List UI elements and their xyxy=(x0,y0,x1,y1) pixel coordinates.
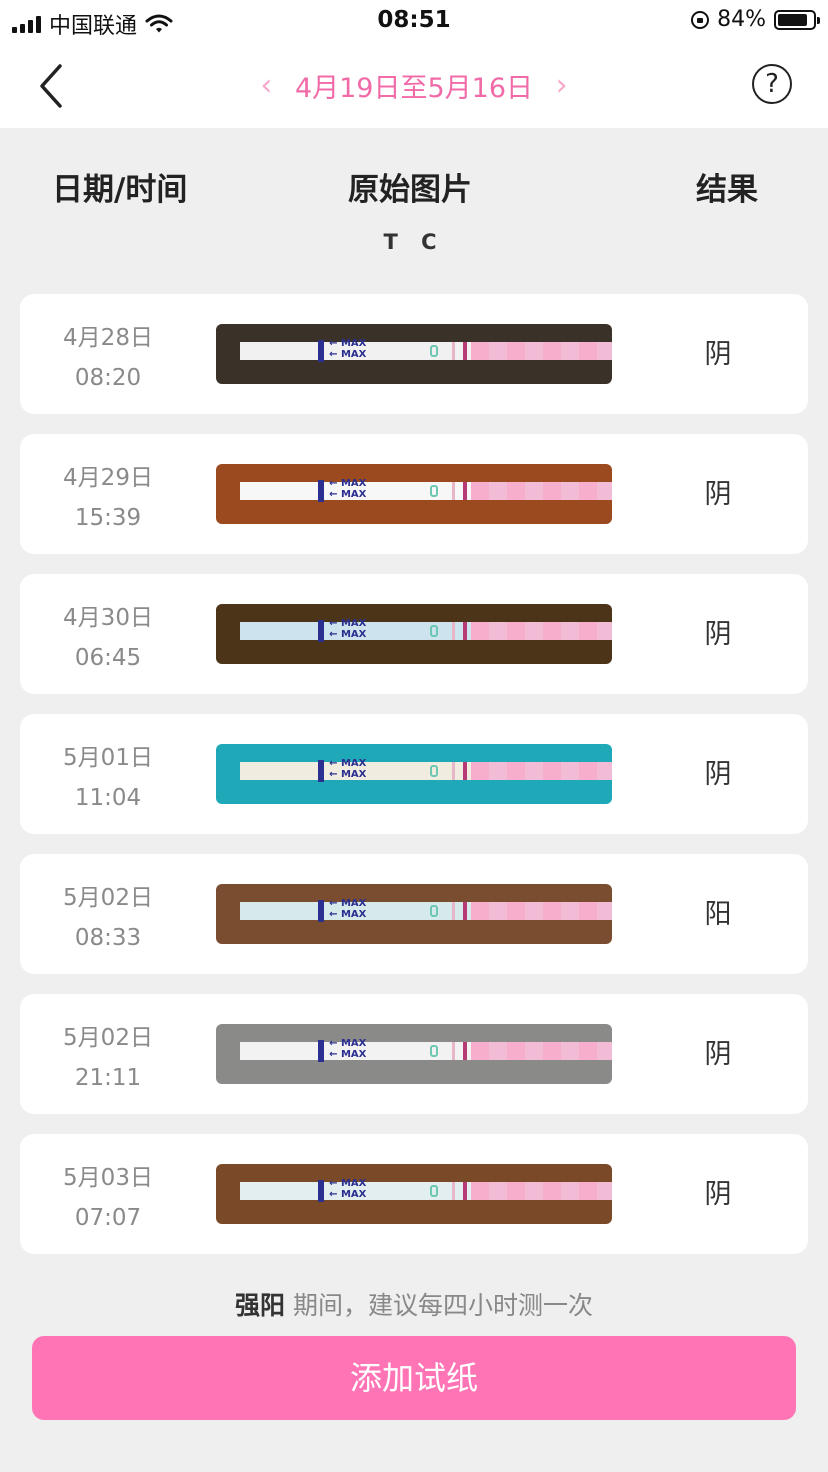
header-result: 结果 xyxy=(696,172,758,208)
record-date: 5月02日 xyxy=(63,885,153,911)
record-list: 4月28日 08:20 ← MAX ← MAX 阴 4月29日 15:39 ← MAX ← MA… xyxy=(20,294,808,1274)
record-date: 4月28日 xyxy=(63,325,153,351)
test-hint: 强阳 期间，建议每四小时测一次 xyxy=(0,1286,828,1322)
max-arrow-label: ← MAX ← MAX xyxy=(329,898,367,920)
t-line xyxy=(451,622,455,640)
max-arrow-label: ← MAX ← MAX xyxy=(329,478,367,500)
prev-range-button[interactable]: ‹ xyxy=(246,68,286,103)
record-result: 阴 xyxy=(704,339,732,370)
battery-percent: 84% xyxy=(717,7,766,32)
help-button[interactable]: ? xyxy=(752,64,792,104)
record-row[interactable]: 5月02日 08:33 ← MAX ← MAX 阳 xyxy=(20,854,808,974)
record-time: 15:39 xyxy=(74,505,142,531)
record-result: 阴 xyxy=(704,1179,732,1210)
record-date: 5月02日 xyxy=(63,1025,153,1051)
c-line xyxy=(463,902,468,920)
record-row[interactable]: 5月01日 11:04 ← MAX ← MAX 阴 xyxy=(20,714,808,834)
header-original-image: 原始图片 xyxy=(348,172,472,208)
record-time: 08:33 xyxy=(74,925,142,951)
next-range-button[interactable]: › xyxy=(542,68,582,103)
record-datetime: 5月03日 07:07 xyxy=(20,1158,196,1238)
record-result: 阳 xyxy=(704,899,732,930)
test-strip-photo[interactable]: ← MAX ← MAX xyxy=(216,1024,612,1084)
record-row[interactable]: 5月02日 21:11 ← MAX ← MAX 阴 xyxy=(20,994,808,1114)
max-arrow-label: ← MAX ← MAX xyxy=(329,338,367,360)
record-result: 阴 xyxy=(704,479,732,510)
test-strip: ← MAX ← MAX xyxy=(239,478,612,502)
rotation-lock-icon xyxy=(691,10,710,29)
status-right: 84% xyxy=(691,7,820,32)
column-headers: 日期/时间 原始图片 结果 xyxy=(0,164,828,214)
c-line xyxy=(463,622,468,640)
date-range-selector: ‹ 4月19日至5月16日 › xyxy=(0,66,828,105)
record-datetime: 5月02日 08:33 xyxy=(20,878,196,958)
record-datetime: 4月29日 15:39 xyxy=(20,458,196,538)
record-time: 06:45 xyxy=(74,645,142,671)
test-strip: ← MAX ← MAX xyxy=(239,338,612,362)
hint-text: 期间，建议每四小时测一次 xyxy=(285,1291,593,1320)
status-bar: 中国联通 08:51 84% xyxy=(0,0,828,44)
record-date: 5月01日 xyxy=(63,745,153,771)
record-datetime: 5月01日 11:04 xyxy=(20,738,196,818)
test-strip: ← MAX ← MAX xyxy=(239,618,612,642)
max-arrow-label: ← MAX ← MAX xyxy=(329,1038,367,1060)
t-line xyxy=(451,342,455,360)
c-line xyxy=(463,482,468,500)
record-date: 4月29日 xyxy=(63,465,153,491)
hint-strong: 强阳 xyxy=(235,1291,286,1320)
t-line xyxy=(451,482,455,500)
test-strip-photo[interactable]: ← MAX ← MAX xyxy=(216,1164,612,1224)
t-line xyxy=(451,902,455,920)
max-arrow-label: ← MAX ← MAX xyxy=(329,618,367,640)
test-strip-photo[interactable]: ← MAX ← MAX xyxy=(216,464,612,524)
record-row[interactable]: 4月30日 06:45 ← MAX ← MAX 阴 xyxy=(20,574,808,694)
c-line xyxy=(463,342,468,360)
date-range-label: 4月19日至5月16日 xyxy=(294,73,534,104)
test-strip: ← MAX ← MAX xyxy=(239,758,612,782)
record-row[interactable]: 4月29日 15:39 ← MAX ← MAX 阴 xyxy=(20,434,808,554)
add-test-strip-button[interactable]: 添加试纸 xyxy=(32,1336,796,1420)
test-strip-photo[interactable]: ← MAX ← MAX xyxy=(216,324,612,384)
record-row[interactable]: 5月03日 07:07 ← MAX ← MAX 阴 xyxy=(20,1134,808,1254)
record-datetime: 4月28日 08:20 xyxy=(20,318,196,398)
record-result: 阴 xyxy=(704,619,732,650)
max-arrow-label: ← MAX ← MAX xyxy=(329,758,367,780)
record-time: 21:11 xyxy=(74,1065,142,1091)
t-line xyxy=(451,1182,455,1200)
header-date-time: 日期/时间 xyxy=(52,172,188,208)
record-datetime: 4月30日 06:45 xyxy=(20,598,196,678)
test-strip: ← MAX ← MAX xyxy=(239,898,612,922)
record-result: 阴 xyxy=(704,759,732,790)
record-result: 阴 xyxy=(704,1039,732,1070)
c-line xyxy=(463,1182,468,1200)
nav-bar: ‹ 4月19日至5月16日 › ? xyxy=(0,44,828,128)
t-line xyxy=(451,762,455,780)
test-strip: ← MAX ← MAX xyxy=(239,1038,612,1062)
test-strip-photo[interactable]: ← MAX ← MAX xyxy=(216,744,612,804)
record-row[interactable]: 4月28日 08:20 ← MAX ← MAX 阴 xyxy=(20,294,808,414)
record-date: 5月03日 xyxy=(63,1165,153,1191)
record-date: 4月30日 xyxy=(63,605,153,631)
record-datetime: 5月02日 21:11 xyxy=(20,1018,196,1098)
record-time: 11:04 xyxy=(74,785,142,811)
record-time: 08:20 xyxy=(74,365,142,391)
test-strip-photo[interactable]: ← MAX ← MAX xyxy=(216,884,612,944)
test-strip-photo[interactable]: ← MAX ← MAX xyxy=(216,604,612,664)
battery-level xyxy=(778,13,807,26)
tc-label: T C xyxy=(383,230,445,254)
c-line xyxy=(463,762,468,780)
t-line xyxy=(451,1042,455,1060)
battery-icon xyxy=(774,9,820,30)
c-line xyxy=(463,1042,468,1060)
test-strip: ← MAX ← MAX xyxy=(239,1178,612,1202)
record-time: 07:07 xyxy=(74,1205,142,1231)
max-arrow-label: ← MAX ← MAX xyxy=(329,1178,367,1200)
